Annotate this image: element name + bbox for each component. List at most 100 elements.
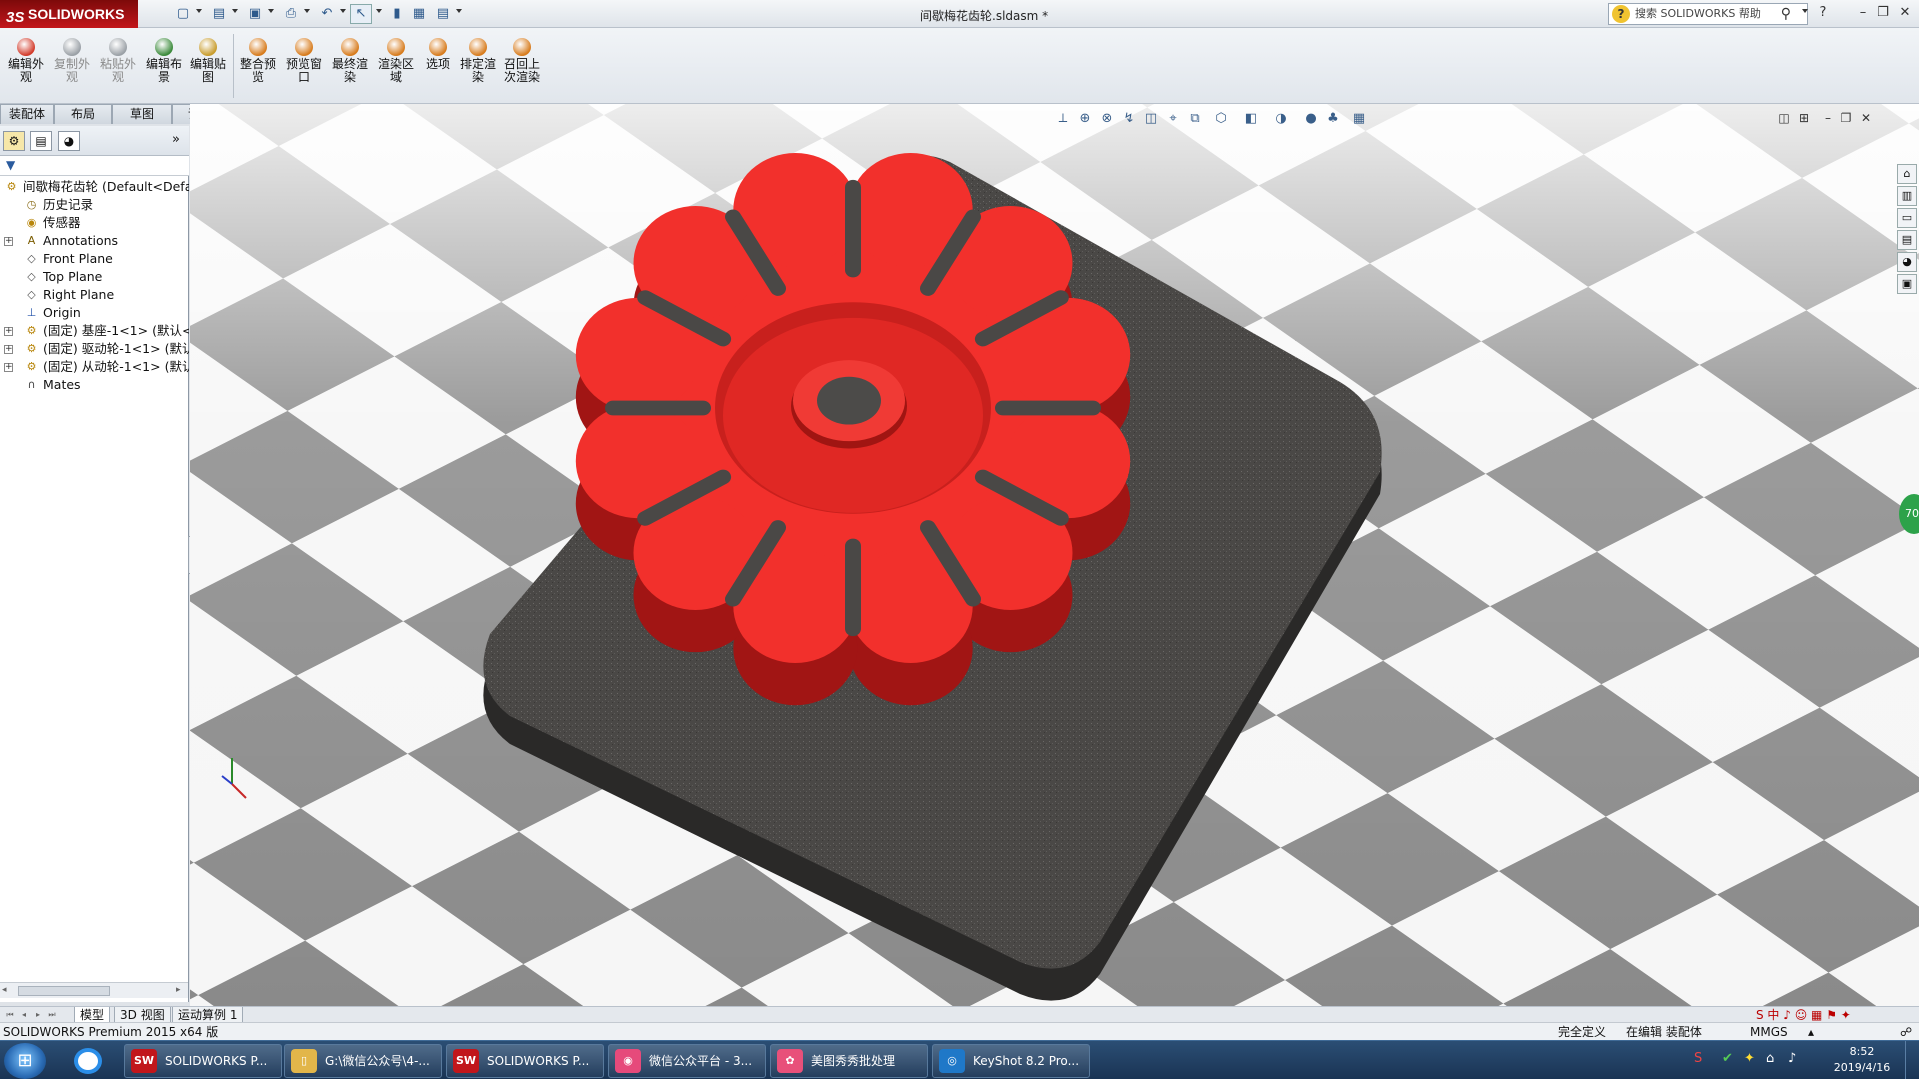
chevron-down-icon[interactable] — [304, 9, 310, 13]
tree-item[interactable]: + ⚙ (固定) 从动轮-1<1> (默认- — [0, 358, 189, 376]
baidu-netdisk-icon[interactable] — [62, 1044, 114, 1078]
network-icon[interactable]: ⌂ — [1766, 1051, 1774, 1066]
minimize-icon[interactable]: – — [1852, 4, 1874, 22]
solidworks-logo[interactable]: 3S SOLIDWORKS — [0, 0, 138, 28]
bottom-tab[interactable]: 运动算例 1 — [172, 1007, 244, 1023]
taskbar-item[interactable]: SW SOLIDWORKS P... — [446, 1044, 604, 1078]
print-icon[interactable]: ⎙ — [280, 4, 302, 24]
view-settings-icon[interactable]: ♣ — [1324, 110, 1342, 128]
chevron-down-icon[interactable] — [456, 9, 462, 13]
viewport-tile-icon[interactable]: ◫ — [1776, 110, 1792, 126]
property-manager-tab-icon[interactable]: ▤ — [30, 131, 52, 151]
command-tab[interactable]: 布局 — [54, 104, 112, 124]
taskbar-item[interactable]: SW SOLIDWORKS P... — [124, 1044, 282, 1078]
taskbar-item[interactable]: ◎ KeyShot 8.2 Pro... — [932, 1044, 1090, 1078]
chevron-down-icon[interactable] — [340, 9, 346, 13]
scroll-left-icon[interactable]: ◂ — [2, 985, 7, 995]
scroll-right-icon[interactable]: ▸ — [176, 985, 181, 995]
tree-item[interactable]: ◷ 历史记录 — [0, 196, 189, 214]
ribbon-button[interactable]: 渲染区域 — [374, 36, 418, 98]
command-tab[interactable]: 装配体 — [0, 104, 54, 124]
tree-item[interactable]: + A Annotations — [0, 232, 189, 250]
system-clock[interactable]: 8:52 2019/4/16 — [1822, 1044, 1902, 1076]
bottom-tab[interactable]: 模型 — [74, 1007, 111, 1023]
taskbar-item[interactable]: ▯ G:\微信公众号\4-... — [284, 1044, 442, 1078]
chevron-down-icon[interactable] — [1802, 9, 1808, 13]
scroll-thumb[interactable] — [18, 986, 110, 996]
tree-item[interactable]: ◉ 传感器 — [0, 214, 189, 232]
prev-tab-icon[interactable]: ◂ — [18, 1009, 30, 1021]
expand-toggle-icon[interactable]: + — [4, 237, 13, 246]
ribbon-button[interactable]: 最终渲染 — [328, 36, 372, 98]
hide-show-icon[interactable]: ◧ — [1242, 110, 1260, 128]
rebuild-icon[interactable]: ▮ — [386, 4, 408, 24]
previous-view-icon[interactable]: ↯ — [1120, 110, 1138, 128]
custom-properties-icon[interactable]: ▣ — [1897, 274, 1917, 294]
file-explorer-icon[interactable]: ▭ — [1897, 208, 1917, 228]
next-tab-icon[interactable]: ▸ — [32, 1009, 44, 1021]
ribbon-button[interactable]: 选项 — [416, 36, 460, 98]
security-icon[interactable]: ✔ — [1722, 1051, 1733, 1066]
start-button-icon[interactable]: ⊞ — [4, 1043, 46, 1079]
expand-toggle-icon[interactable]: + — [4, 327, 13, 336]
open-folder-icon[interactable]: ▤ — [208, 4, 230, 24]
select-pointer-icon[interactable]: ↖ — [350, 4, 372, 24]
ribbon-button[interactable]: 排定渲染 — [456, 36, 500, 98]
expand-toggle-icon[interactable]: + — [4, 363, 13, 372]
viewport-restore-icon[interactable]: ❐ — [1838, 110, 1854, 126]
expand-panel-icon[interactable]: » — [172, 132, 180, 147]
tree-item[interactable]: ⚙ 间歇梅花齿轮 (Default<Defau — [0, 178, 189, 196]
ribbon-button[interactable]: 复制外观 — [50, 36, 94, 98]
restore-icon[interactable]: ❐ — [1872, 4, 1894, 22]
rebuild-indicator-icon[interactable]: ☍ — [1900, 1023, 1912, 1041]
tree-filter[interactable]: ▼ — [0, 156, 189, 176]
edit-appearance-view-icon[interactable]: ◑ — [1272, 110, 1290, 128]
help-menu-icon[interactable]: ? — [1812, 4, 1834, 22]
ribbon-button[interactable]: 编辑外观 — [4, 36, 48, 98]
view-orientation-icon[interactable]: ⟂ — [1054, 110, 1072, 128]
ribbon-button[interactable]: 编辑布景 — [142, 36, 186, 98]
tree-item[interactable]: + ⚙ (固定) 基座-1<1> (默认<< — [0, 322, 189, 340]
last-tab-icon[interactable]: ⏭ — [46, 1009, 58, 1021]
tree-item[interactable]: ⊥ Origin — [0, 304, 189, 322]
volume-icon[interactable]: ♪ — [1788, 1051, 1796, 1066]
zoom-to-area-icon[interactable]: ⊗ — [1098, 110, 1116, 128]
units-selector[interactable]: MMGS — [1750, 1023, 1788, 1041]
chevron-down-icon[interactable] — [268, 9, 274, 13]
geneva-gear[interactable] — [575, 152, 1131, 706]
undo-icon[interactable]: ↶ — [316, 4, 338, 24]
ribbon-button[interactable]: 编辑贴图 — [186, 36, 230, 98]
view-orientation-cube-icon[interactable]: ⧉ — [1186, 110, 1204, 128]
zoom-to-fit-icon[interactable]: ⊕ — [1076, 110, 1094, 128]
ribbon-button[interactable]: 整合预览 — [236, 36, 280, 98]
view-palette-icon[interactable]: ▤ — [1897, 230, 1917, 250]
tree-item[interactable]: ∩ Mates — [0, 376, 189, 394]
chevron-down-icon[interactable] — [376, 9, 382, 13]
update-icon[interactable]: ✦ — [1744, 1051, 1755, 1066]
taskbar-item[interactable]: ✿ 美图秀秀批处理 — [770, 1044, 928, 1078]
expand-toggle-icon[interactable]: + — [4, 345, 13, 354]
sogou-ime-icon[interactable]: S — [1694, 1051, 1702, 1066]
chevron-down-icon[interactable] — [232, 9, 238, 13]
taskbar-item[interactable]: ◉ 微信公众平台 - 3... — [608, 1044, 766, 1078]
solidworks-resources-icon[interactable]: ⌂ — [1897, 164, 1917, 184]
file-properties-icon[interactable]: ▦ — [408, 4, 430, 24]
horizontal-scrollbar[interactable]: ◂ ▸ — [0, 982, 188, 998]
dynamic-annotation-icon[interactable]: ⌖ — [1164, 110, 1182, 128]
display-manager-tab-icon[interactable]: ◕ — [58, 131, 80, 151]
tree-item[interactable]: ◇ Front Plane — [0, 250, 189, 268]
close-icon[interactable]: ✕ — [1894, 4, 1916, 22]
display-pane-icon[interactable]: ▦ — [1350, 110, 1368, 128]
options-icon[interactable]: ▤ — [432, 4, 454, 24]
bottom-tab[interactable]: 3D 视图 — [114, 1007, 171, 1023]
section-view-icon[interactable]: ◫ — [1142, 110, 1160, 128]
tree-item[interactable]: ◇ Right Plane — [0, 286, 189, 304]
chevron-down-icon[interactable] — [196, 9, 202, 13]
graphics-viewport[interactable]: ⟂ ⊕ ⊗ ↯ ◫ ⌖ ⧉ ⬡ ◧ ◑ ● ♣ ▦ ◫ ⊞ – ❐ ✕ — [190, 104, 1919, 1007]
ribbon-button[interactable]: 召回上次渲染 — [500, 36, 544, 98]
new-doc-icon[interactable]: ▢ — [172, 4, 194, 24]
first-tab-icon[interactable]: ⏮ — [4, 1009, 16, 1021]
tree-item[interactable]: ◇ Top Plane — [0, 268, 189, 286]
viewport-minimize-icon[interactable]: – — [1820, 110, 1836, 126]
command-tab[interactable]: 草图 — [112, 104, 172, 124]
